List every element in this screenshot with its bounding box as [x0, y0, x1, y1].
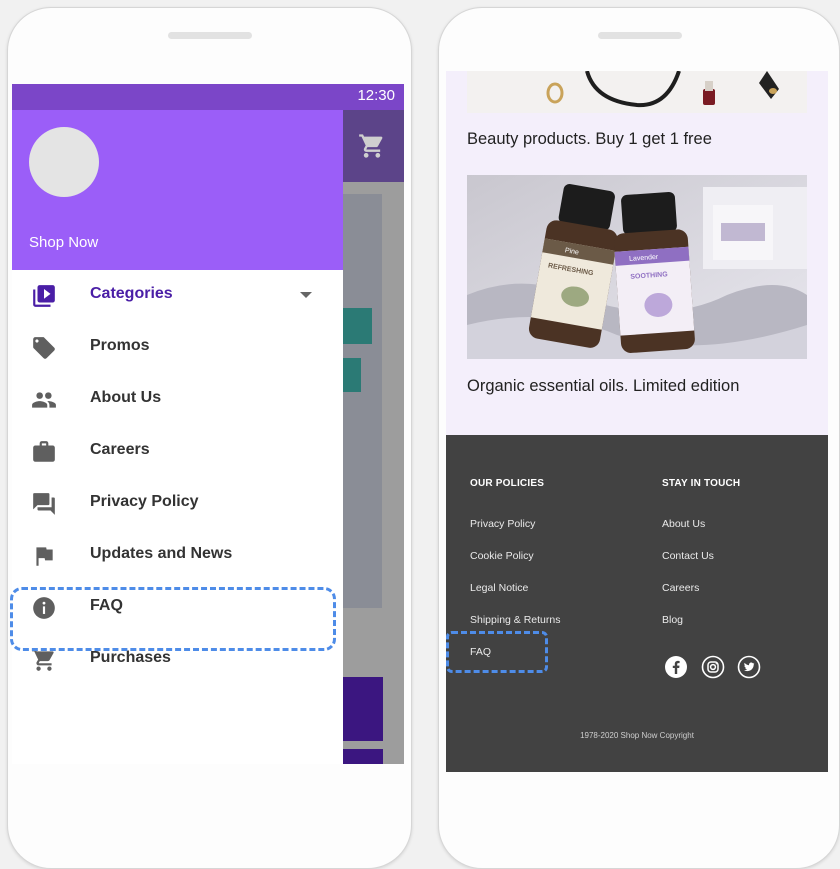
menu-item-label: Privacy Policy — [90, 493, 199, 510]
footer-link-shipping-returns[interactable]: Shipping & Returns — [470, 614, 560, 626]
menu-item-categories[interactable]: Categories — [12, 270, 343, 322]
categories-icon — [33, 285, 55, 307]
essential-oils-image[interactable]: Pine REFRESHING Lavender SOOTHING — [467, 175, 807, 359]
twitter-icon[interactable] — [737, 655, 761, 679]
tag-icon — [33, 337, 55, 359]
menu-item-careers[interactable]: Careers — [12, 426, 343, 478]
footer-link-careers[interactable]: Careers — [662, 582, 699, 594]
footer-link-about-us[interactable]: About Us — [662, 518, 705, 530]
essential-oils-photo: Pine REFRESHING Lavender SOOTHING — [467, 175, 807, 359]
menu-item-label: Updates and News — [90, 545, 233, 562]
footer-link-legal-notice[interactable]: Legal Notice — [470, 582, 528, 594]
faq-link-highlight — [446, 631, 548, 673]
menu-item-label: Promos — [90, 337, 150, 354]
copyright: 1978-2020 Shop Now Copyright — [580, 731, 694, 740]
forum-icon — [33, 493, 55, 515]
menu-item-promos[interactable]: Promos — [12, 322, 343, 374]
menu-item-label: Categories — [90, 285, 173, 302]
people-icon — [32, 392, 56, 408]
footer-link-contact-us[interactable]: Contact Us — [662, 550, 714, 562]
menu-item-privacy-policy[interactable]: Privacy Policy — [12, 478, 343, 530]
left-phone-screen: 12:30 Shop Now Categories Promos About U… — [12, 84, 404, 764]
chevron-down-icon[interactable] — [300, 292, 312, 298]
briefcase-icon — [33, 441, 55, 462]
oils-caption: Organic essential oils. Limited edition — [467, 377, 740, 395]
menu-item-updates-and-news[interactable]: Updates and News — [12, 530, 343, 582]
background-button — [343, 677, 383, 741]
flag-icon — [36, 547, 53, 566]
background-button — [343, 749, 383, 764]
footer-link-blog[interactable]: Blog — [662, 614, 683, 626]
background-card — [343, 194, 382, 608]
cart-icon[interactable] — [358, 132, 386, 160]
status-time: 12:30 — [357, 87, 395, 104]
menu-item-label: Careers — [90, 441, 150, 458]
background-chip — [343, 308, 372, 344]
contact-heading: STAY IN TOUCH — [662, 478, 741, 489]
page-footer: OUR POLICIES Privacy Policy Cookie Polic… — [446, 435, 828, 772]
beauty-products-photo — [467, 71, 807, 113]
speaker — [168, 32, 252, 39]
menu-item-label: Purchases — [90, 649, 171, 666]
drawer-header: Shop Now — [12, 110, 343, 270]
beauty-products-image[interactable] — [467, 71, 807, 113]
instagram-icon[interactable] — [701, 655, 725, 679]
beauty-caption: Beauty products. Buy 1 get 1 free — [467, 130, 712, 148]
brand-name: Shop Now — [29, 234, 99, 251]
menu-item-label: About Us — [90, 389, 162, 406]
policies-heading: OUR POLICIES — [470, 478, 545, 489]
footer-link-privacy-policy[interactable]: Privacy Policy — [470, 518, 535, 530]
speaker — [598, 32, 682, 39]
facebook-icon[interactable] — [664, 655, 688, 679]
footer-link-cookie-policy[interactable]: Cookie Policy — [470, 550, 534, 562]
faq-highlight — [10, 587, 336, 651]
menu-item-about-us[interactable]: About Us — [12, 374, 343, 426]
avatar[interactable] — [29, 127, 99, 197]
status-bar: 12:30 — [12, 84, 404, 110]
navigation-drawer: Shop Now Categories Promos About Us Care… — [12, 110, 343, 764]
background-chip — [343, 358, 361, 392]
